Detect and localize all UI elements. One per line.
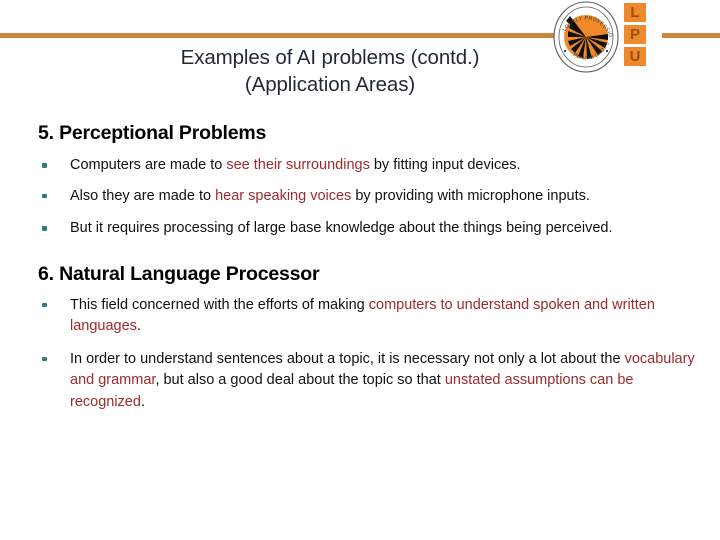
header-rule-right [662, 33, 720, 38]
section-heading-perceptional-problems: 5. Perceptional Problems [38, 122, 267, 144]
bullet-text: This field concerned with the efforts of… [70, 296, 369, 313]
bullet-text: Also they are made to [70, 187, 216, 204]
bullet-text: . [140, 393, 145, 410]
bullet-text-highlight: see their surroundings [226, 157, 370, 173]
bullet-item: Computers are made to see their surround… [0, 155, 720, 177]
bullet-text: In order to understand sentences about a… [70, 350, 625, 367]
bullet-text: Computers are made to [70, 157, 227, 173]
lpu-letter-p: P [624, 25, 646, 44]
bullet-text: by fitting input devices. [369, 157, 521, 173]
bullet-text: , but also a good deal about the topic s… [155, 372, 445, 388]
bullet-text: . [136, 318, 141, 334]
bullet-dot-icon [42, 193, 47, 198]
bullet-dot-icon [42, 356, 47, 361]
slide-title-line-2: (Application Areas) [244, 73, 416, 96]
bullet-list-section-5: Computers are made to see their surround… [0, 155, 720, 240]
header-rule-left [0, 33, 556, 38]
slide-header: LOVELY PROFESSIONAL UNIVERSITY PUNJAB (I… [0, 0, 720, 118]
lpu-logo: LOVELY PROFESSIONAL UNIVERSITY PUNJAB (I… [552, 1, 664, 73]
bullet-item: Also they are made to hear speaking voic… [0, 186, 720, 208]
bullet-text: by providing with microphone inputs. [351, 187, 590, 204]
bullet-text-highlight: hear speaking voices [215, 187, 352, 204]
bullet-item: But it requires processing of large base… [0, 218, 720, 240]
bullet-dot-icon [42, 302, 47, 307]
bullet-dot-icon [42, 163, 47, 168]
lpu-seal-icon: LOVELY PROFESSIONAL UNIVERSITY PUNJAB (I… [552, 1, 619, 73]
slide-title: Examples of AI problems (contd.) (Applic… [110, 44, 550, 98]
section-heading-natural-language-processor: 6. Natural Language Processor [38, 262, 320, 285]
lpu-letter-l: L [624, 3, 646, 22]
bullet-dot-icon [42, 226, 47, 231]
lpu-letter-u: U [624, 47, 646, 66]
bullet-text: But it requires processing of large base… [70, 220, 613, 236]
bullet-list-section-6: This field concerned with the efforts of… [0, 295, 720, 414]
lpu-letter-stack: L P U [624, 3, 650, 69]
slide-body: 5. Perceptional Problems Computers are m… [0, 118, 720, 413]
bullet-item: In order to understand sentences about a… [0, 349, 720, 414]
slide-title-line-1: Examples of AI problems (contd.) [180, 46, 480, 69]
bullet-item: This field concerned with the efforts of… [0, 295, 720, 338]
